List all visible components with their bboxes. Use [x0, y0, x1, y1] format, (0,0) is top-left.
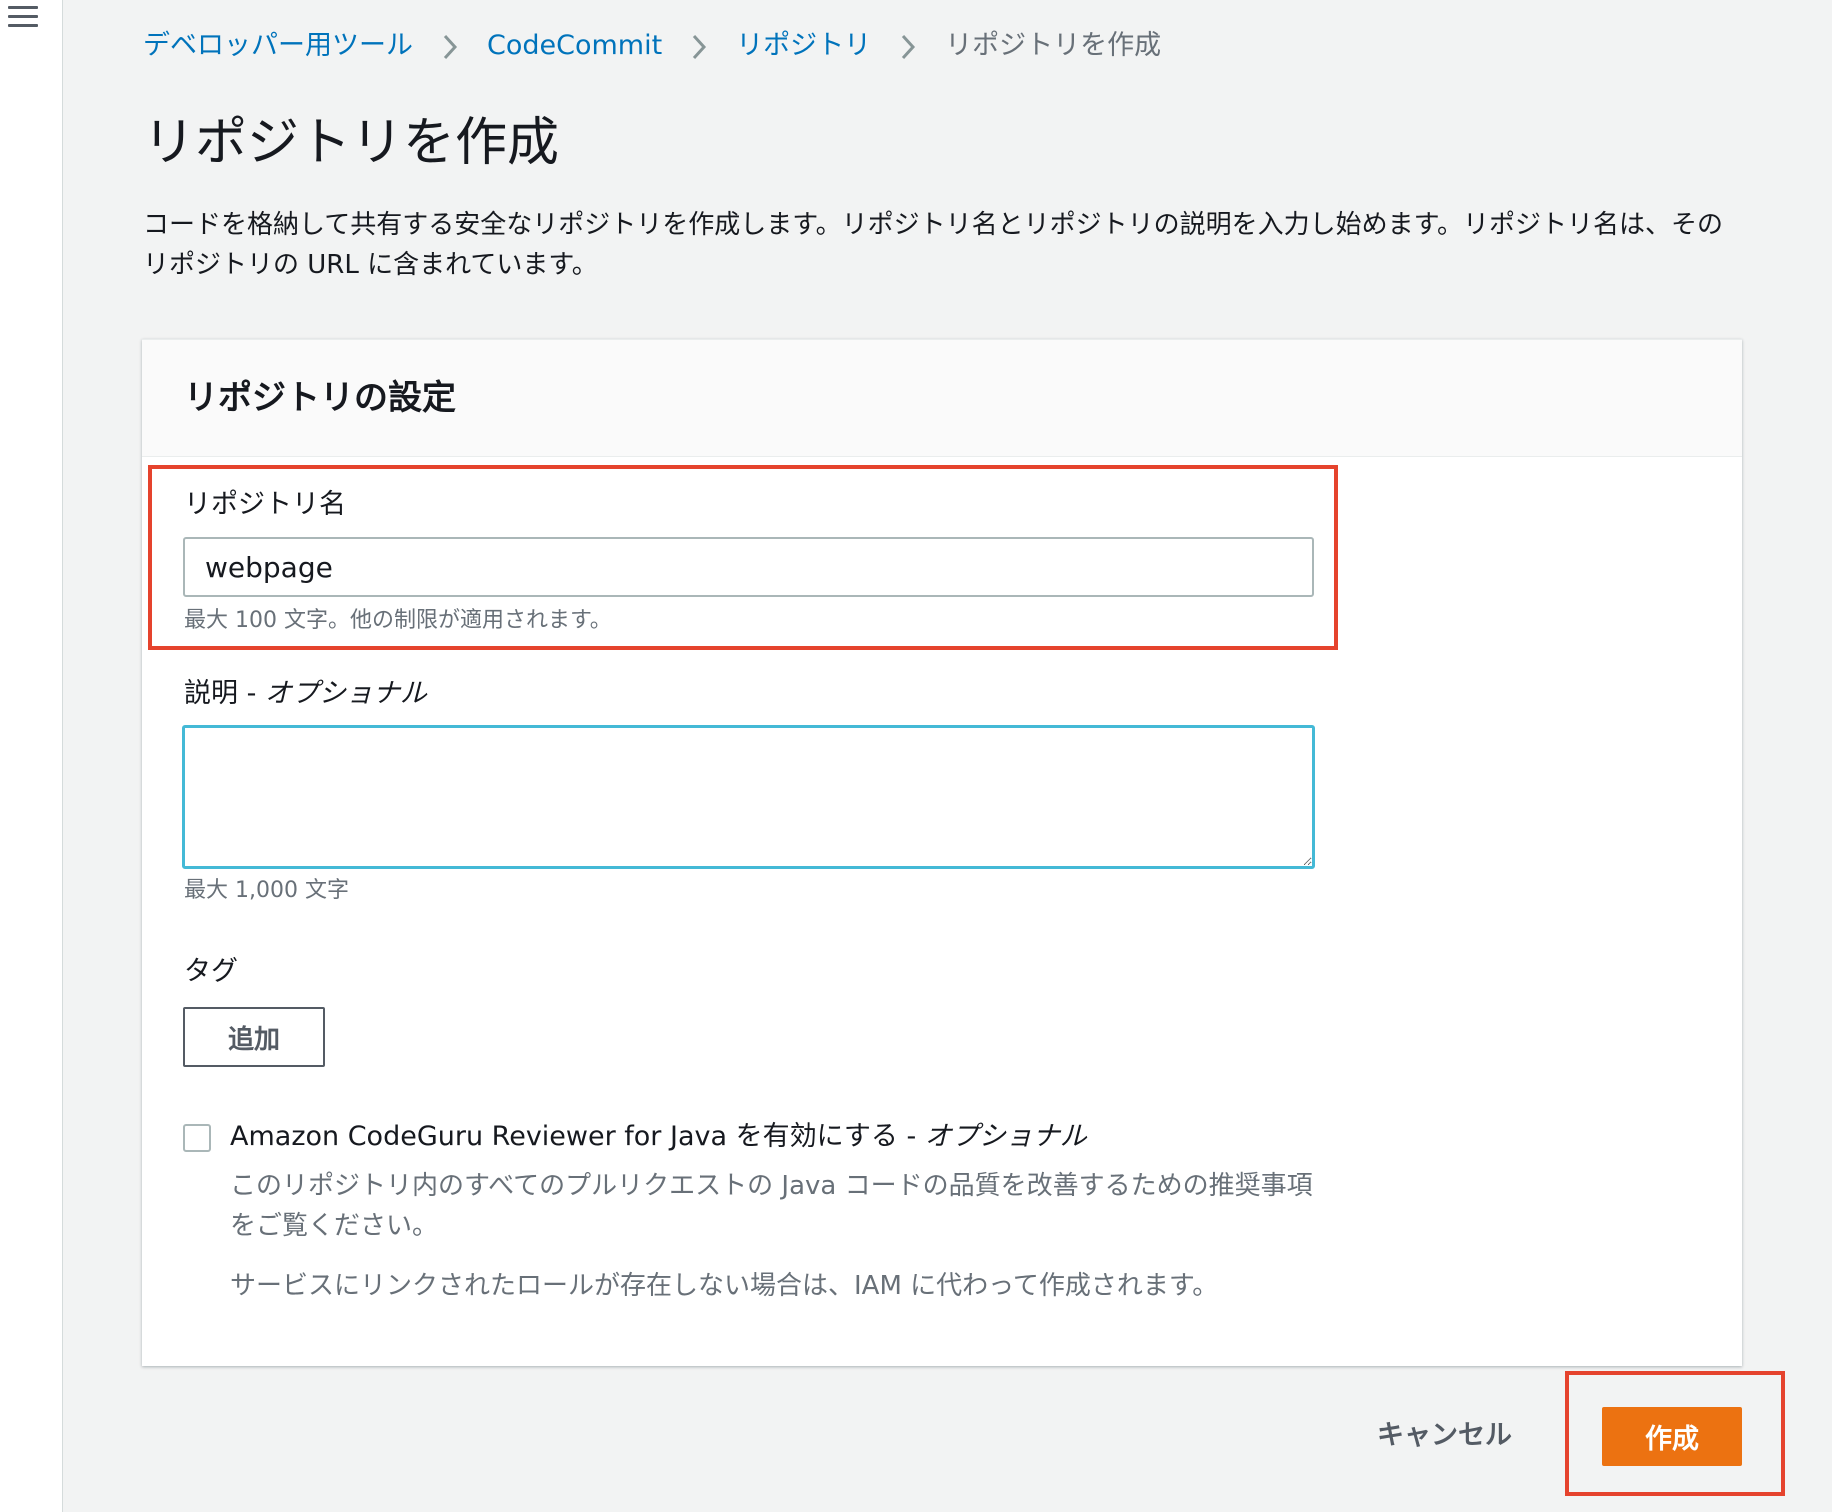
page-description: コードを格納して共有する安全なリポジトリを作成します。リポジトリ名とリポジトリの… [143, 210, 1724, 280]
description-label: 説明 - オプショナル [184, 678, 427, 709]
menu-icon[interactable] [8, 6, 38, 32]
breadcrumb-current: リポジトリを作成 [945, 30, 1162, 61]
breadcrumb-codecommit[interactable]: CodeCommit [487, 28, 662, 64]
panel-header: リポジトリの設定 [142, 340, 1742, 457]
description-textarea[interactable] [182, 725, 1315, 869]
breadcrumb-repositories[interactable]: リポジトリ [736, 28, 871, 64]
chevron-right-icon [891, 28, 925, 64]
repository-name-label: リポジトリ名 [184, 489, 346, 520]
cancel-button[interactable]: キャンセル [1377, 1418, 1512, 1454]
repository-name-input[interactable] [183, 537, 1314, 597]
repository-settings-panel: リポジトリの設定 リポジトリ名 最大 100 文字。他の制限が適用されます。 説… [142, 339, 1742, 1366]
description-optional: オプショナル [264, 678, 427, 709]
codeguru-checkbox[interactable] [183, 1124, 211, 1152]
codeguru-label[interactable]: Amazon CodeGuru Reviewer for Java を有効にする… [230, 1119, 1087, 1155]
description-label-text: 説明 [184, 678, 238, 709]
codeguru-description: このリポジトリ内のすべてのプルリクエストの Java コードの品質を改善するため… [230, 1171, 1313, 1241]
panel-title: リポジトリの設定 [184, 378, 456, 418]
codeguru-label-text: Amazon CodeGuru Reviewer for Java を有効にする [230, 1121, 898, 1152]
breadcrumb-developer-tools[interactable]: デベロッパー用ツール [143, 28, 413, 64]
chevron-right-icon [682, 28, 716, 64]
tags-label: タグ [184, 956, 238, 987]
codeguru-optional: オプショナル [924, 1121, 1087, 1152]
chevron-right-icon [433, 28, 467, 64]
codeguru-role-note: サービスにリンクされたロールが存在しない場合は、IAM に代わって作成されます。 [230, 1271, 1219, 1301]
create-button[interactable]: 作成 [1602, 1407, 1742, 1466]
left-nav-rail [0, 0, 63, 1512]
repository-name-hint: 最大 100 文字。他の制限が適用されます。 [184, 608, 612, 633]
add-tag-button[interactable]: 追加 [183, 1007, 325, 1067]
description-hint: 最大 1,000 文字 [184, 878, 349, 903]
page-title: リポジトリを作成 [143, 113, 560, 173]
breadcrumb: デベロッパー用ツール CodeCommit リポジトリ リポジトリを作成 [143, 28, 1161, 64]
